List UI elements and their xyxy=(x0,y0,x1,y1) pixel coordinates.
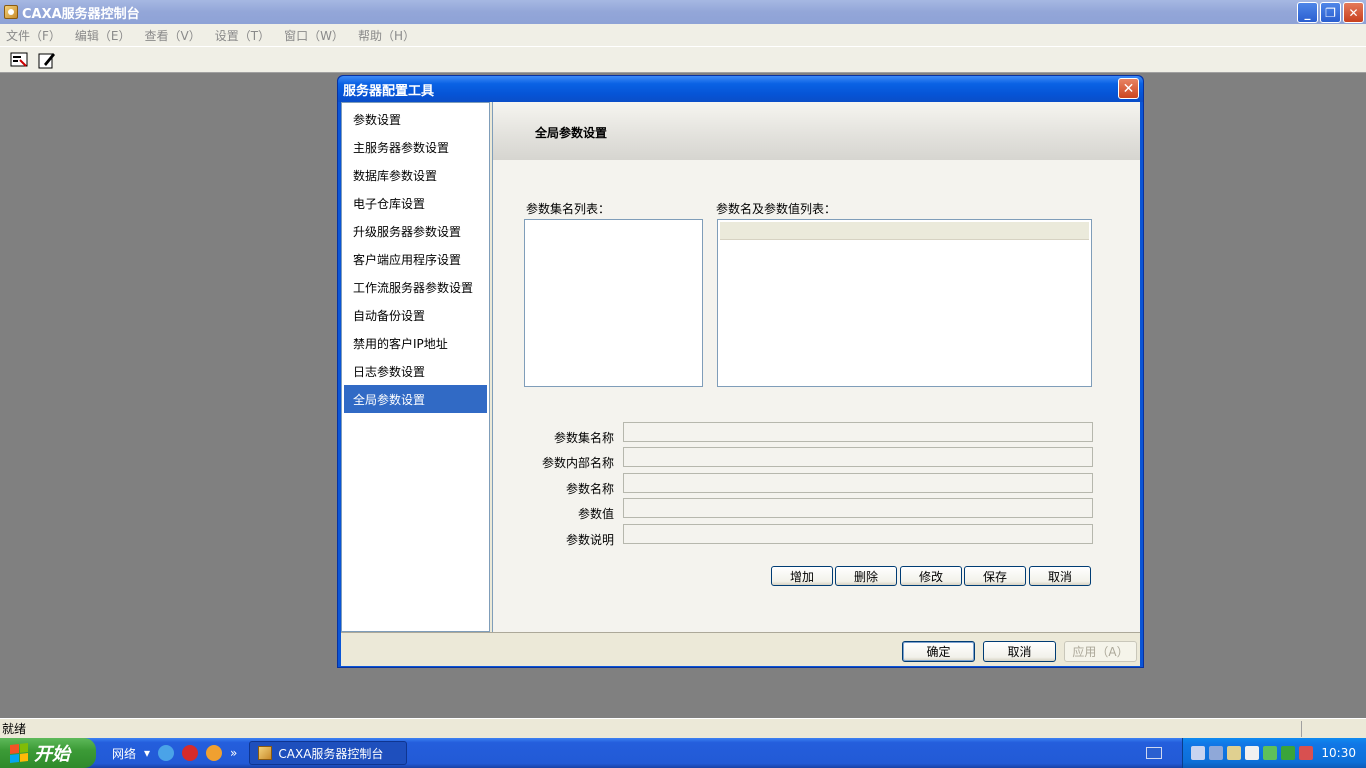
nav-item-workflow-server[interactable]: 工作流服务器参数设置 xyxy=(344,273,487,301)
menu-bar: 文件（F） 编辑（E） 查看（V） 设置（T） 窗口（W） 帮助（H） xyxy=(0,24,1366,46)
status-separator xyxy=(1301,721,1302,737)
field-label-param-name: 参数名称 xyxy=(565,482,614,496)
window-controls: _ ❐ ✕ xyxy=(1297,2,1364,23)
server-config-dialog: 服务器配置工具 ✕ 参数设置 主服务器参数设置 数据库参数设置 电子仓库设置 升… xyxy=(337,75,1144,668)
antivirus-icon[interactable] xyxy=(1299,746,1313,760)
security-icon[interactable] xyxy=(1263,746,1277,760)
settings-panel: 全局参数设置 参数集名列表： 参数名及参数值列表： 参数集名称 参数内部名称 参… xyxy=(492,102,1140,632)
nav-item-client-apps[interactable]: 客户端应用程序设置 xyxy=(344,245,487,273)
quick-launch: 网络 ▾ » xyxy=(112,745,237,762)
param-set-list[interactable] xyxy=(524,219,703,387)
pencil-icon xyxy=(38,52,55,68)
delete-button[interactable]: 删除 xyxy=(835,566,897,586)
network-disconnected-icon[interactable] xyxy=(1209,746,1223,760)
taskbar-item-label: CAXA服务器控制台 xyxy=(278,746,384,761)
network-tray-icon[interactable] xyxy=(1191,746,1205,760)
panel-header: 全局参数设置 xyxy=(493,102,1140,160)
field-label-param-desc: 参数说明 xyxy=(565,533,614,547)
dialog-body: 参数设置 主服务器参数设置 数据库参数设置 电子仓库设置 升级服务器参数设置 客… xyxy=(341,102,1140,666)
apply-button: 应用（A） xyxy=(1064,641,1137,662)
windows-logo-icon xyxy=(10,743,28,763)
network-label[interactable]: 网络 xyxy=(112,745,136,762)
volume-icon[interactable] xyxy=(1245,746,1259,760)
chevron-down-icon[interactable]: ▾ xyxy=(144,746,150,760)
field-label-set-name: 参数集名称 xyxy=(553,431,614,445)
menu-file[interactable]: 文件（F） xyxy=(6,27,61,44)
server-config-icon xyxy=(10,52,28,67)
start-label: 开始 xyxy=(34,744,70,765)
caxa-icon xyxy=(258,746,273,760)
field-internal-name[interactable] xyxy=(623,447,1093,467)
dialog-titlebar: 服务器配置工具 ✕ xyxy=(338,76,1143,102)
system-tray: 10:30 xyxy=(1182,738,1366,768)
menu-view[interactable]: 查看（V） xyxy=(145,27,201,44)
restore-button[interactable]: ❐ xyxy=(1320,2,1341,23)
save-button[interactable]: 保存 xyxy=(964,566,1026,586)
menu-edit[interactable]: 编辑（E） xyxy=(75,27,131,44)
clock[interactable]: 10:30 xyxy=(1321,746,1356,760)
param-value-list[interactable] xyxy=(717,219,1092,387)
add-button[interactable]: 增加 xyxy=(771,566,833,586)
app-shortcut-icon[interactable] xyxy=(206,745,223,761)
nav-item-upgrade-server[interactable]: 升级服务器参数设置 xyxy=(344,217,487,245)
close-button[interactable]: ✕ xyxy=(1343,2,1364,23)
toolbar xyxy=(0,46,1366,73)
settings-nav-list: 参数设置 主服务器参数设置 数据库参数设置 电子仓库设置 升级服务器参数设置 客… xyxy=(341,102,490,632)
nav-item-database[interactable]: 数据库参数设置 xyxy=(344,161,487,189)
param-value-list-label: 参数名及参数值列表： xyxy=(716,202,837,216)
field-param-name[interactable] xyxy=(623,473,1093,493)
footer-separator xyxy=(341,632,1140,633)
taskbar-item-caxa[interactable]: CAXA服务器控制台 xyxy=(249,741,408,765)
field-set-name[interactable] xyxy=(623,422,1093,442)
taskbar: 开始 网络 ▾ » CAXA服务器控制台 10:30 xyxy=(0,738,1366,768)
keyboard-icon[interactable] xyxy=(1146,747,1162,759)
nav-item-auto-backup[interactable]: 自动备份设置 xyxy=(344,301,487,329)
nav-item-log-params[interactable]: 日志参数设置 xyxy=(344,357,487,385)
panel-cancel-button[interactable]: 取消 xyxy=(1029,566,1091,586)
menu-window[interactable]: 窗口（W） xyxy=(284,27,344,44)
panel-title: 全局参数设置 xyxy=(535,126,608,140)
dialog-cancel-button[interactable]: 取消 xyxy=(983,641,1056,662)
status-bar: 就绪 xyxy=(0,718,1366,738)
field-param-desc[interactable] xyxy=(623,524,1093,544)
param-set-list-label: 参数集名列表： xyxy=(526,202,611,216)
dialog-close-button[interactable]: ✕ xyxy=(1118,78,1139,99)
edit-tool-button[interactable] xyxy=(36,49,58,71)
browser-icon[interactable] xyxy=(158,745,175,761)
status-text: 就绪 xyxy=(2,722,27,736)
param-value-list-header xyxy=(720,222,1089,240)
shield-icon[interactable] xyxy=(1281,746,1295,760)
app-title: CAXA服务器控制台 xyxy=(22,6,140,22)
field-param-value[interactable] xyxy=(623,498,1093,518)
app-titlebar: CAXA服务器控制台 _ ❐ ✕ xyxy=(0,0,1366,24)
weibo-icon[interactable] xyxy=(182,745,199,761)
minimize-button[interactable]: _ xyxy=(1297,2,1318,23)
dialog-title: 服务器配置工具 xyxy=(343,83,435,99)
app-icon xyxy=(4,5,18,19)
nav-item-global-params[interactable]: 全局参数设置 xyxy=(344,385,487,413)
ok-button[interactable]: 确定 xyxy=(902,641,975,662)
field-label-param-value: 参数值 xyxy=(577,507,614,521)
nav-item-main-server[interactable]: 主服务器参数设置 xyxy=(344,133,487,161)
nav-item-params[interactable]: 参数设置 xyxy=(344,105,487,133)
nav-item-vault[interactable]: 电子仓库设置 xyxy=(344,189,487,217)
menu-help[interactable]: 帮助（H） xyxy=(358,27,415,44)
field-label-internal-name: 参数内部名称 xyxy=(541,456,614,470)
tray-app-icon[interactable] xyxy=(1227,746,1241,760)
modify-button[interactable]: 修改 xyxy=(900,566,962,586)
menu-settings[interactable]: 设置（T） xyxy=(215,27,270,44)
more-chevron-icon[interactable]: » xyxy=(230,746,237,760)
nav-item-blocked-ips[interactable]: 禁用的客户IP地址 xyxy=(344,329,487,357)
start-button[interactable]: 开始 xyxy=(0,738,96,768)
server-config-tool-button[interactable] xyxy=(8,49,30,71)
